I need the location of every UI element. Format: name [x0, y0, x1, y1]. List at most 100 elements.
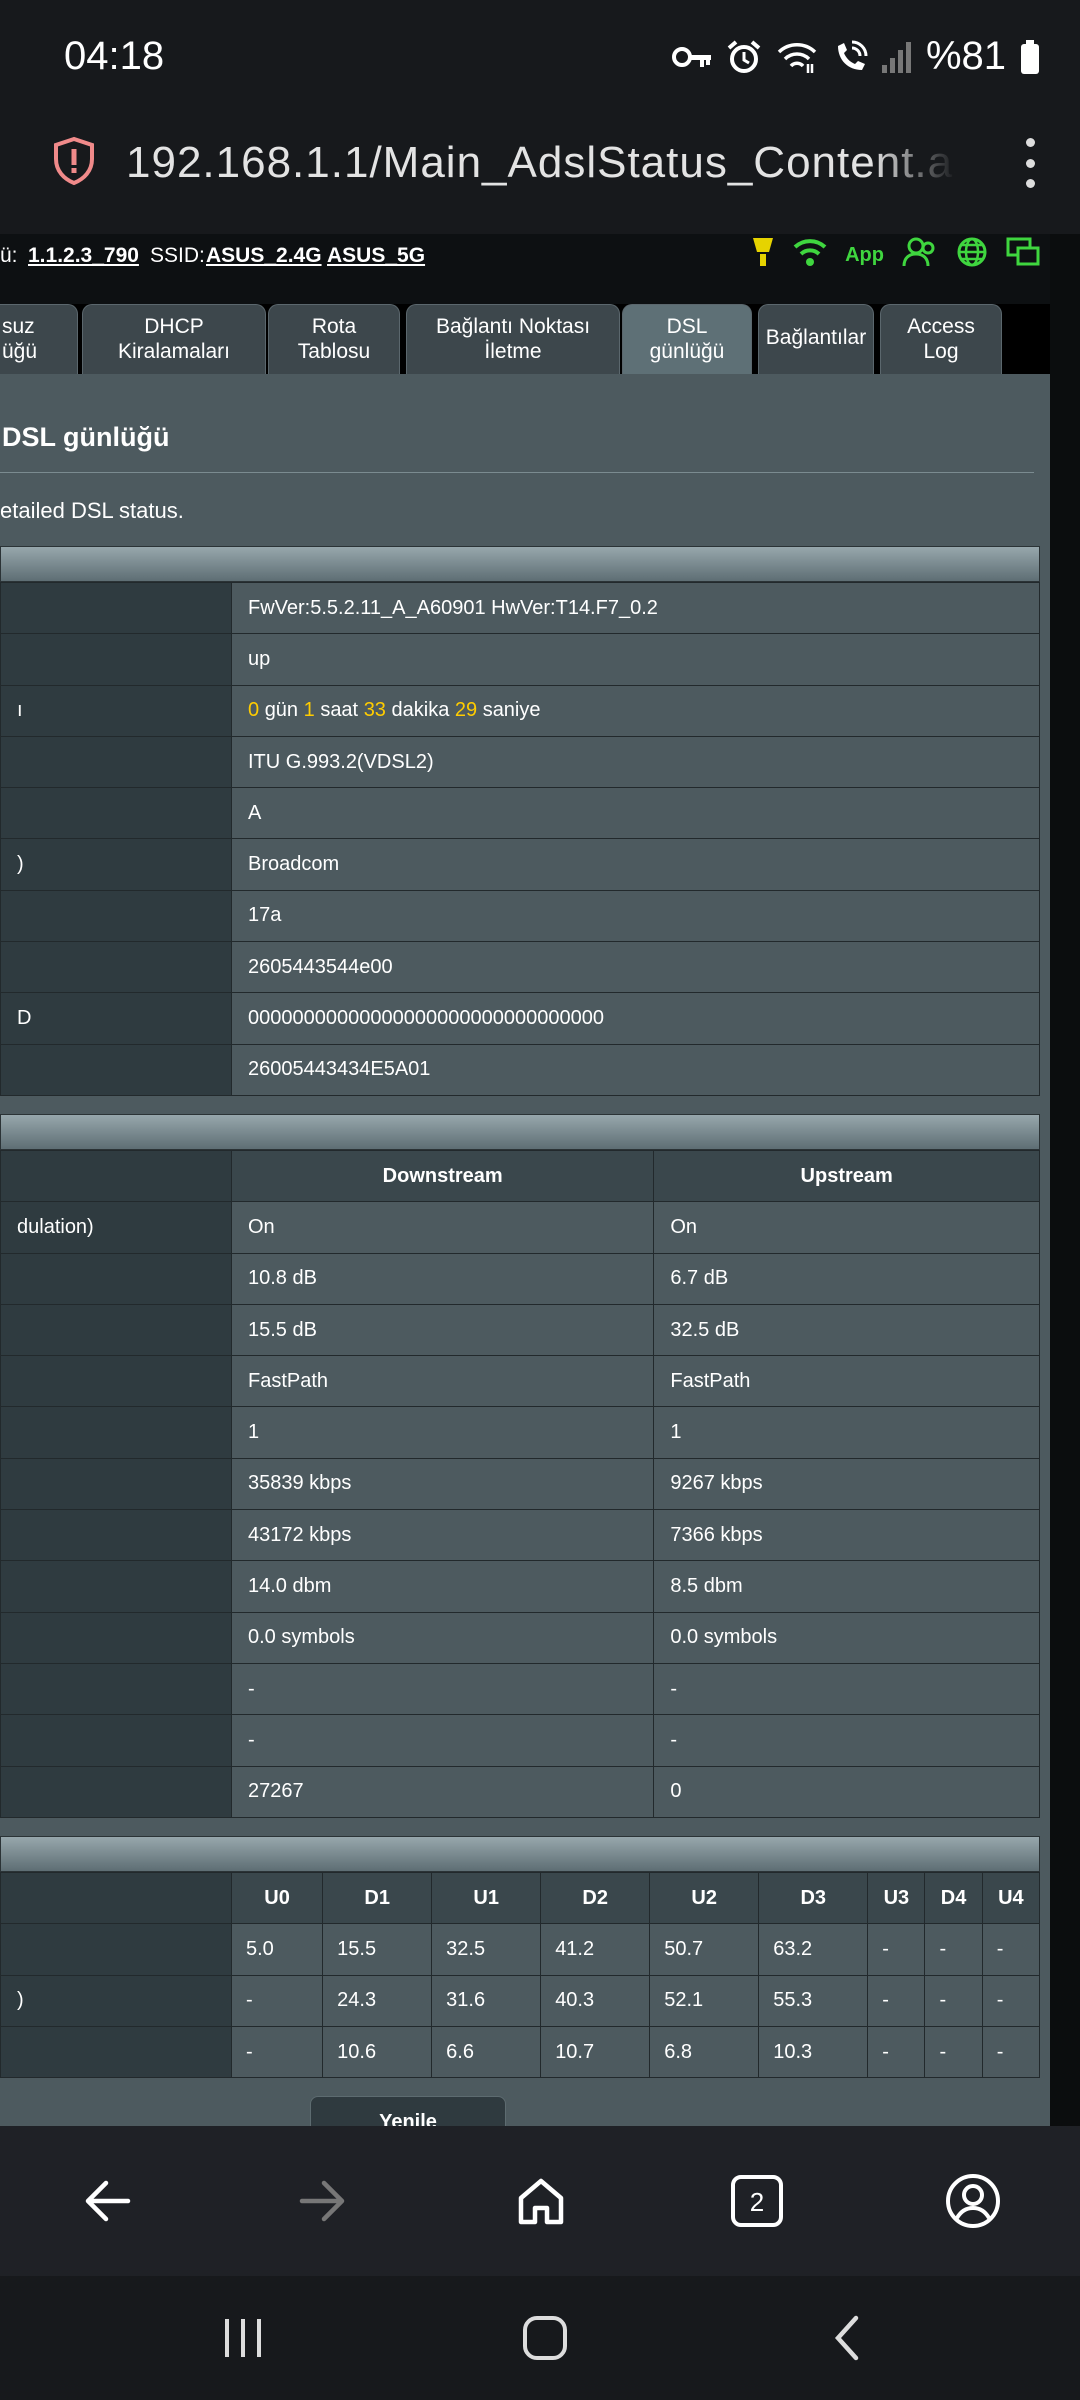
upstream-value: -	[653, 1714, 1040, 1767]
tab-access-log[interactable]: Access Log	[880, 304, 1002, 374]
tabs-icon[interactable]: 2	[722, 2166, 792, 2236]
band-value: -	[924, 1974, 983, 2027]
band-value: 10.6	[322, 2025, 433, 2079]
band-header: U0	[230, 1871, 324, 1925]
page-description: etailed DSL status.	[0, 498, 184, 523]
band-header: U1	[431, 1871, 542, 1925]
header-icons: App	[751, 236, 1040, 274]
tab-dsl-log[interactable]: DSL günlüğü	[622, 304, 752, 374]
page-edge	[1050, 234, 1080, 2126]
tab-wireless-log[interactable]: suz üğü	[0, 304, 78, 374]
page-title: DSL günlüğü	[2, 422, 170, 452]
tab-routing-table[interactable]: Rota Tablosu	[268, 304, 400, 374]
site-security-warning-icon[interactable]	[52, 136, 96, 191]
table-row: A	[0, 787, 1040, 840]
browser-url-bar: 192.168.1.1/Main_AdslStatus_Content.asp	[0, 112, 1080, 234]
browser-menu-icon[interactable]	[1020, 138, 1040, 188]
upstream-value: 8.5 dbm	[653, 1560, 1040, 1613]
firmware-version-link[interactable]: 1.1.2.3_790	[28, 244, 139, 268]
downstream-value: 35839 kbps	[230, 1457, 655, 1511]
table-row: 17a	[0, 889, 1040, 943]
band-header-label	[0, 1871, 232, 1925]
table-row: 0.0 symbols 0.0 symbols	[0, 1611, 1040, 1664]
band-header: U3	[867, 1871, 926, 1925]
globe-icon[interactable]	[956, 236, 988, 274]
forward-arrow-icon[interactable]	[288, 2166, 358, 2236]
table-row: ı0 gün 1 saat 33 dakika 29 saniye	[0, 684, 1040, 737]
band-value: -	[924, 1923, 983, 1976]
stream-label	[0, 1252, 232, 1305]
url-text[interactable]: 192.168.1.1/Main_AdslStatus_Content.asp	[126, 138, 956, 188]
band-value: 6.8	[649, 2025, 760, 2079]
info-label	[0, 581, 232, 635]
back-arrow-icon[interactable]	[72, 2166, 142, 2236]
tab-dhcp-leases[interactable]: DHCP Kiralamaları	[82, 304, 266, 374]
table-row: 27267 0	[0, 1765, 1040, 1818]
main-content: DSL günlüğü etailed DSL status. FwVer:5.…	[0, 374, 1050, 2126]
table-row: 14.0 dbm 8.5 dbm	[0, 1560, 1040, 1613]
upstream-value: 6.7 dB	[653, 1252, 1040, 1305]
stream-label	[0, 1765, 232, 1818]
upstream-value: -	[653, 1662, 1040, 1716]
band-value: -	[924, 2025, 983, 2079]
upstream-value: 7366 kbps	[653, 1509, 1040, 1562]
wifi-calling-icon	[832, 40, 868, 74]
stream-label: dulation)	[0, 1201, 232, 1254]
dsl-stream-table: Downstream Upstream dulation) On On 10.8 dB…	[0, 1149, 1040, 1818]
ssid-2g-link[interactable]: ASUS_2.4G	[206, 244, 322, 268]
downstream-value: 27267	[230, 1765, 655, 1818]
info-value: ITU G.993.2(VDSL2)	[231, 735, 1040, 789]
system-nav-bar	[0, 2276, 1080, 2400]
section-header-stream	[0, 1114, 1040, 1150]
account-icon[interactable]	[938, 2166, 1008, 2236]
band-row-label	[0, 2025, 232, 2079]
browser-nav-bar: 2	[0, 2126, 1080, 2276]
system-back-icon[interactable]	[812, 2308, 882, 2368]
table-row: 10.8 dB 6.7 dB	[0, 1252, 1040, 1305]
band-value: 50.7	[649, 1923, 760, 1976]
uptime-seconds-unit: saniye	[482, 699, 541, 722]
signal-icon	[881, 41, 912, 73]
devices-icon[interactable]	[1006, 237, 1040, 273]
upstream-value: 0	[653, 1765, 1040, 1818]
app-link[interactable]: App	[845, 244, 884, 267]
uptime-hours: 1	[303, 699, 315, 722]
table-row: ) Broadcom	[0, 838, 1040, 891]
band-value: -	[867, 1974, 926, 2027]
web-page: ü: 1.1.2.3_790 SSID: ASUS_2.4G ASUS_5G A…	[0, 234, 1080, 2126]
info-value: up	[231, 633, 1040, 686]
info-label	[0, 633, 232, 686]
band-header: U4	[981, 1871, 1041, 1925]
section-header-info	[0, 546, 1040, 582]
info-value: 00000000000000000000000000000000	[231, 992, 1040, 1045]
home-icon[interactable]	[506, 2166, 576, 2236]
status-bar: 04:18 %81	[0, 0, 1080, 112]
home-button-icon[interactable]	[510, 2308, 580, 2368]
info-value: Broadcom	[231, 838, 1040, 891]
firmware-label: ü:	[0, 244, 18, 267]
wifi-status-icon[interactable]	[793, 237, 827, 273]
uptime-days-unit: gün	[264, 699, 299, 722]
band-value: -	[981, 1974, 1041, 2027]
users-icon[interactable]	[902, 237, 938, 273]
battery-percent: %81	[925, 34, 1006, 78]
info-value: 26005443434E5A01	[231, 1043, 1040, 1096]
band-value: 55.3	[758, 1974, 869, 2027]
info-label	[0, 889, 232, 943]
info-value: FwVer:5.5.2.11_A_A60901 HwVer:T14.F7_0.2	[231, 581, 1040, 635]
led-icon[interactable]	[751, 236, 775, 274]
refresh-button[interactable]: Yenile	[310, 2096, 506, 2126]
band-header: D1	[322, 1871, 433, 1925]
tab-port-forwarding[interactable]: Bağlantı Noktası İletme	[406, 304, 620, 374]
recent-apps-icon[interactable]	[208, 2308, 278, 2368]
band-value: -	[867, 2025, 926, 2079]
ssid-5g-link[interactable]: ASUS_5G	[327, 244, 425, 268]
tab-count: 2	[750, 2187, 764, 2217]
band-row-label: )	[0, 1974, 232, 2027]
tab-connections[interactable]: Bağlantılar	[758, 304, 874, 374]
table-row: 43172 kbps 7366 kbps	[0, 1509, 1040, 1562]
table-row: --	[0, 1714, 1040, 1767]
info-label: )	[0, 838, 232, 891]
stream-label	[0, 1457, 232, 1511]
stream-label	[0, 1611, 232, 1664]
